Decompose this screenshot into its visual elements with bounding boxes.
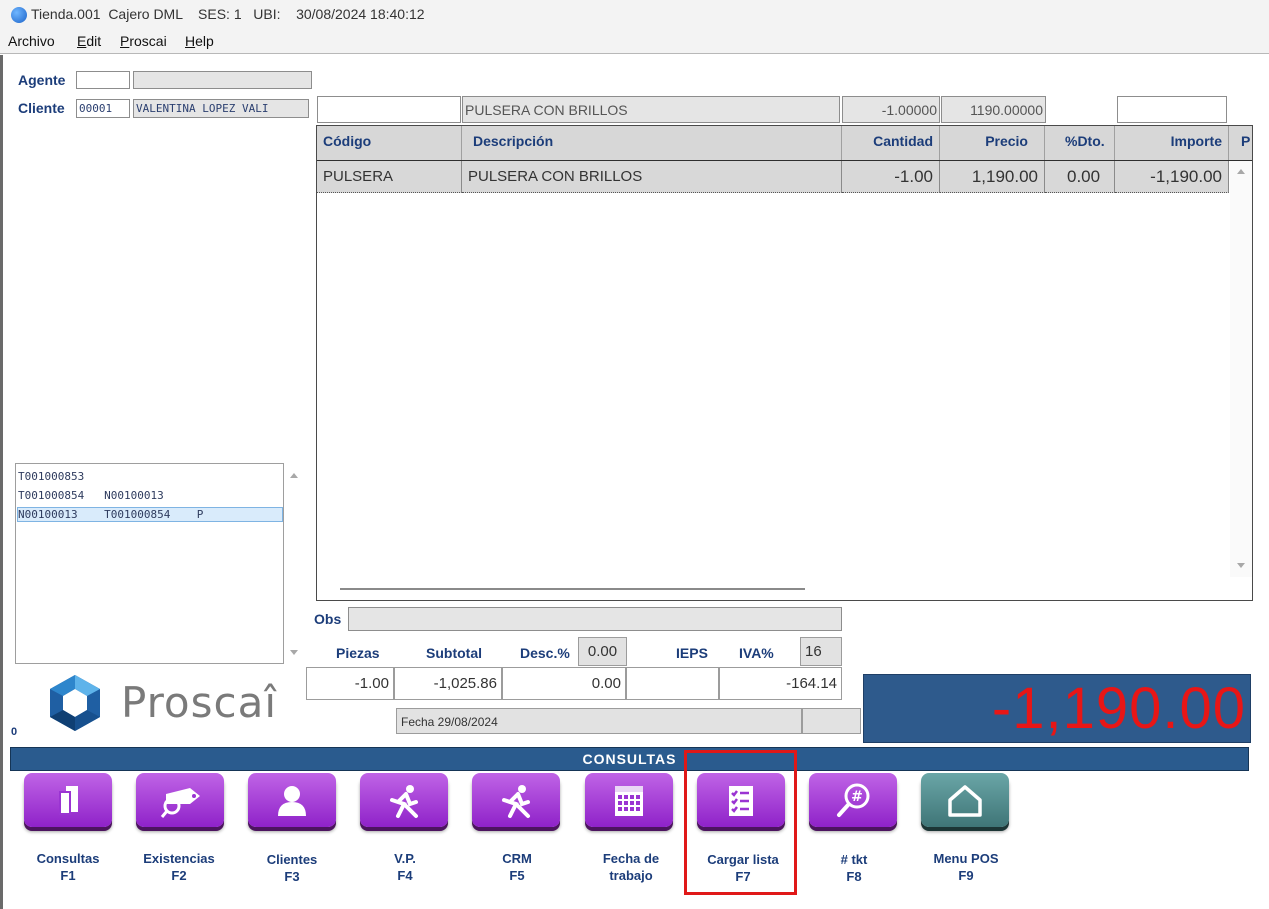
crm-button[interactable]: [472, 773, 560, 827]
clientes-button[interactable]: [248, 773, 336, 827]
cell-codigo[interactable]: PULSERA: [317, 161, 462, 193]
title-bar: Tienda.001 Cajero DML SES: 1 UBI: 30/08/…: [0, 0, 1269, 30]
doc-list-item[interactable]: T001000853: [18, 470, 84, 483]
col-header-cantidad[interactable]: Cantidad: [842, 126, 940, 160]
col-header-descripcion[interactable]: Descripción: [462, 126, 842, 160]
doc-list-item[interactable]: T001000854 N00100013: [18, 489, 164, 502]
home-icon: [948, 785, 982, 817]
item-extra-input[interactable]: [1117, 96, 1227, 123]
item-price-field[interactable]: 1190.00000: [941, 96, 1046, 123]
existencias-button-label: Existencias F2: [143, 851, 215, 883]
item-description-field: PULSERA CON BRILLOS: [462, 96, 840, 123]
agente-name-field: [133, 71, 312, 89]
agente-label: Agente: [18, 72, 66, 88]
fecha-trabajo-button-label: Fecha de trabajo: [602, 851, 660, 883]
cliente-name-field: VALENTINA LOPEZ VALI: [133, 99, 309, 118]
consultas-button[interactable]: [24, 773, 112, 827]
menu-edit[interactable]: Edit: [77, 33, 101, 49]
fecha-field: Fecha 29/08/2024: [396, 708, 802, 734]
menu-bar: Archivo Edit Proscai Help: [0, 30, 1269, 54]
grid-vertical-scrollbar[interactable]: [1230, 161, 1252, 577]
running-person-icon: [502, 785, 530, 818]
app-left-border: [0, 55, 3, 909]
tkt-search-button[interactable]: #: [809, 773, 897, 827]
iva-value: -164.14: [719, 667, 842, 700]
descuento-value: 0.00: [502, 667, 626, 700]
agente-code-input[interactable]: [76, 71, 130, 89]
obs-field[interactable]: [348, 607, 842, 631]
list-scroll-up-icon[interactable]: [290, 473, 298, 478]
menu-proscai[interactable]: Proscai: [120, 33, 167, 49]
calendar-icon: [615, 786, 643, 816]
tag-search-icon: [160, 788, 200, 818]
cell-descripcion[interactable]: PULSERA CON BRILLOS: [462, 161, 842, 193]
col-header-dto[interactable]: %Dto.: [1045, 126, 1115, 160]
cliente-code-input[interactable]: 00001: [76, 99, 130, 118]
menu-pos-button[interactable]: [921, 773, 1009, 827]
col-header-p[interactable]: P: [1229, 126, 1252, 160]
grid-horizontal-scrollbar-thumb[interactable]: [340, 588, 805, 590]
col-header-precio[interactable]: Precio: [940, 126, 1045, 160]
app-globe-icon: [11, 7, 27, 23]
desc-percent-field[interactable]: 0.00: [578, 637, 627, 666]
subtotal-value: -1,025.86: [394, 667, 502, 700]
consultas-button-label: Consultas F1: [36, 851, 100, 883]
user-icon: [278, 786, 306, 816]
cell-importe[interactable]: -1,190.00: [1115, 161, 1229, 193]
fecha-extra-field: [802, 708, 861, 734]
crm-button-label: CRM F5: [502, 851, 532, 883]
menu-pos-button-label: Menu POS F9: [933, 851, 999, 883]
grand-total-display: -1,190.00: [863, 674, 1251, 743]
cliente-label: Cliente: [18, 100, 65, 116]
running-person-icon: [390, 785, 418, 818]
document-list[interactable]: T001000853 T001000854 N00100013 N0010001…: [15, 463, 298, 664]
vp-button[interactable]: [360, 773, 448, 827]
counter-value: 0: [11, 726, 18, 738]
piezas-value: -1.00: [306, 667, 394, 700]
existencias-button[interactable]: [136, 773, 224, 827]
obs-label: Obs: [314, 611, 342, 627]
tkt-button-label: # tkt F8: [840, 852, 868, 884]
col-header-codigo[interactable]: Código: [317, 126, 462, 160]
cell-precio[interactable]: 1,190.00: [940, 161, 1045, 193]
menu-archivo[interactable]: Archivo: [8, 33, 55, 49]
fecha-trabajo-button[interactable]: [585, 773, 673, 827]
scroll-down-arrow-icon[interactable]: [1237, 563, 1245, 568]
subtotal-label: Subtotal: [426, 645, 482, 661]
proscai-logo-text: Proscaî: [121, 678, 278, 727]
consultas-bar: CONSULTAS: [10, 747, 1249, 771]
vp-button-label: V.P. F4: [394, 851, 416, 883]
copy-pages-icon: [59, 786, 78, 815]
items-grid: [316, 125, 1253, 601]
svg-text:#: #: [851, 789, 863, 805]
list-scroll-down-icon[interactable]: [290, 650, 298, 655]
desc-label: Desc.%: [520, 645, 570, 661]
ieps-value: [626, 667, 719, 700]
proscai-logo-icon: [44, 672, 106, 734]
scroll-up-arrow-icon[interactable]: [1237, 169, 1245, 174]
doc-list-item-selected[interactable]: N00100013 T001000854 P: [17, 507, 283, 522]
iva-percent-field[interactable]: 16: [800, 637, 842, 666]
item-quantity-field[interactable]: -1.00000: [842, 96, 940, 123]
window-title: Tienda.001 Cajero DML SES: 1 UBI: 30/08/…: [31, 6, 425, 22]
search-hash-icon: #: [837, 783, 870, 817]
ieps-label: IEPS: [676, 645, 708, 661]
cell-dto[interactable]: 0.00: [1045, 161, 1115, 193]
clientes-button-label: Clientes F3: [266, 852, 318, 884]
cell-cantidad[interactable]: -1.00: [842, 161, 940, 193]
piezas-label: Piezas: [336, 645, 380, 661]
item-code-input[interactable]: [317, 96, 461, 123]
highlight-box: [684, 750, 797, 895]
menu-help[interactable]: Help: [185, 33, 214, 49]
col-header-importe[interactable]: Importe: [1115, 126, 1229, 160]
iva-label: IVA%: [739, 645, 774, 661]
